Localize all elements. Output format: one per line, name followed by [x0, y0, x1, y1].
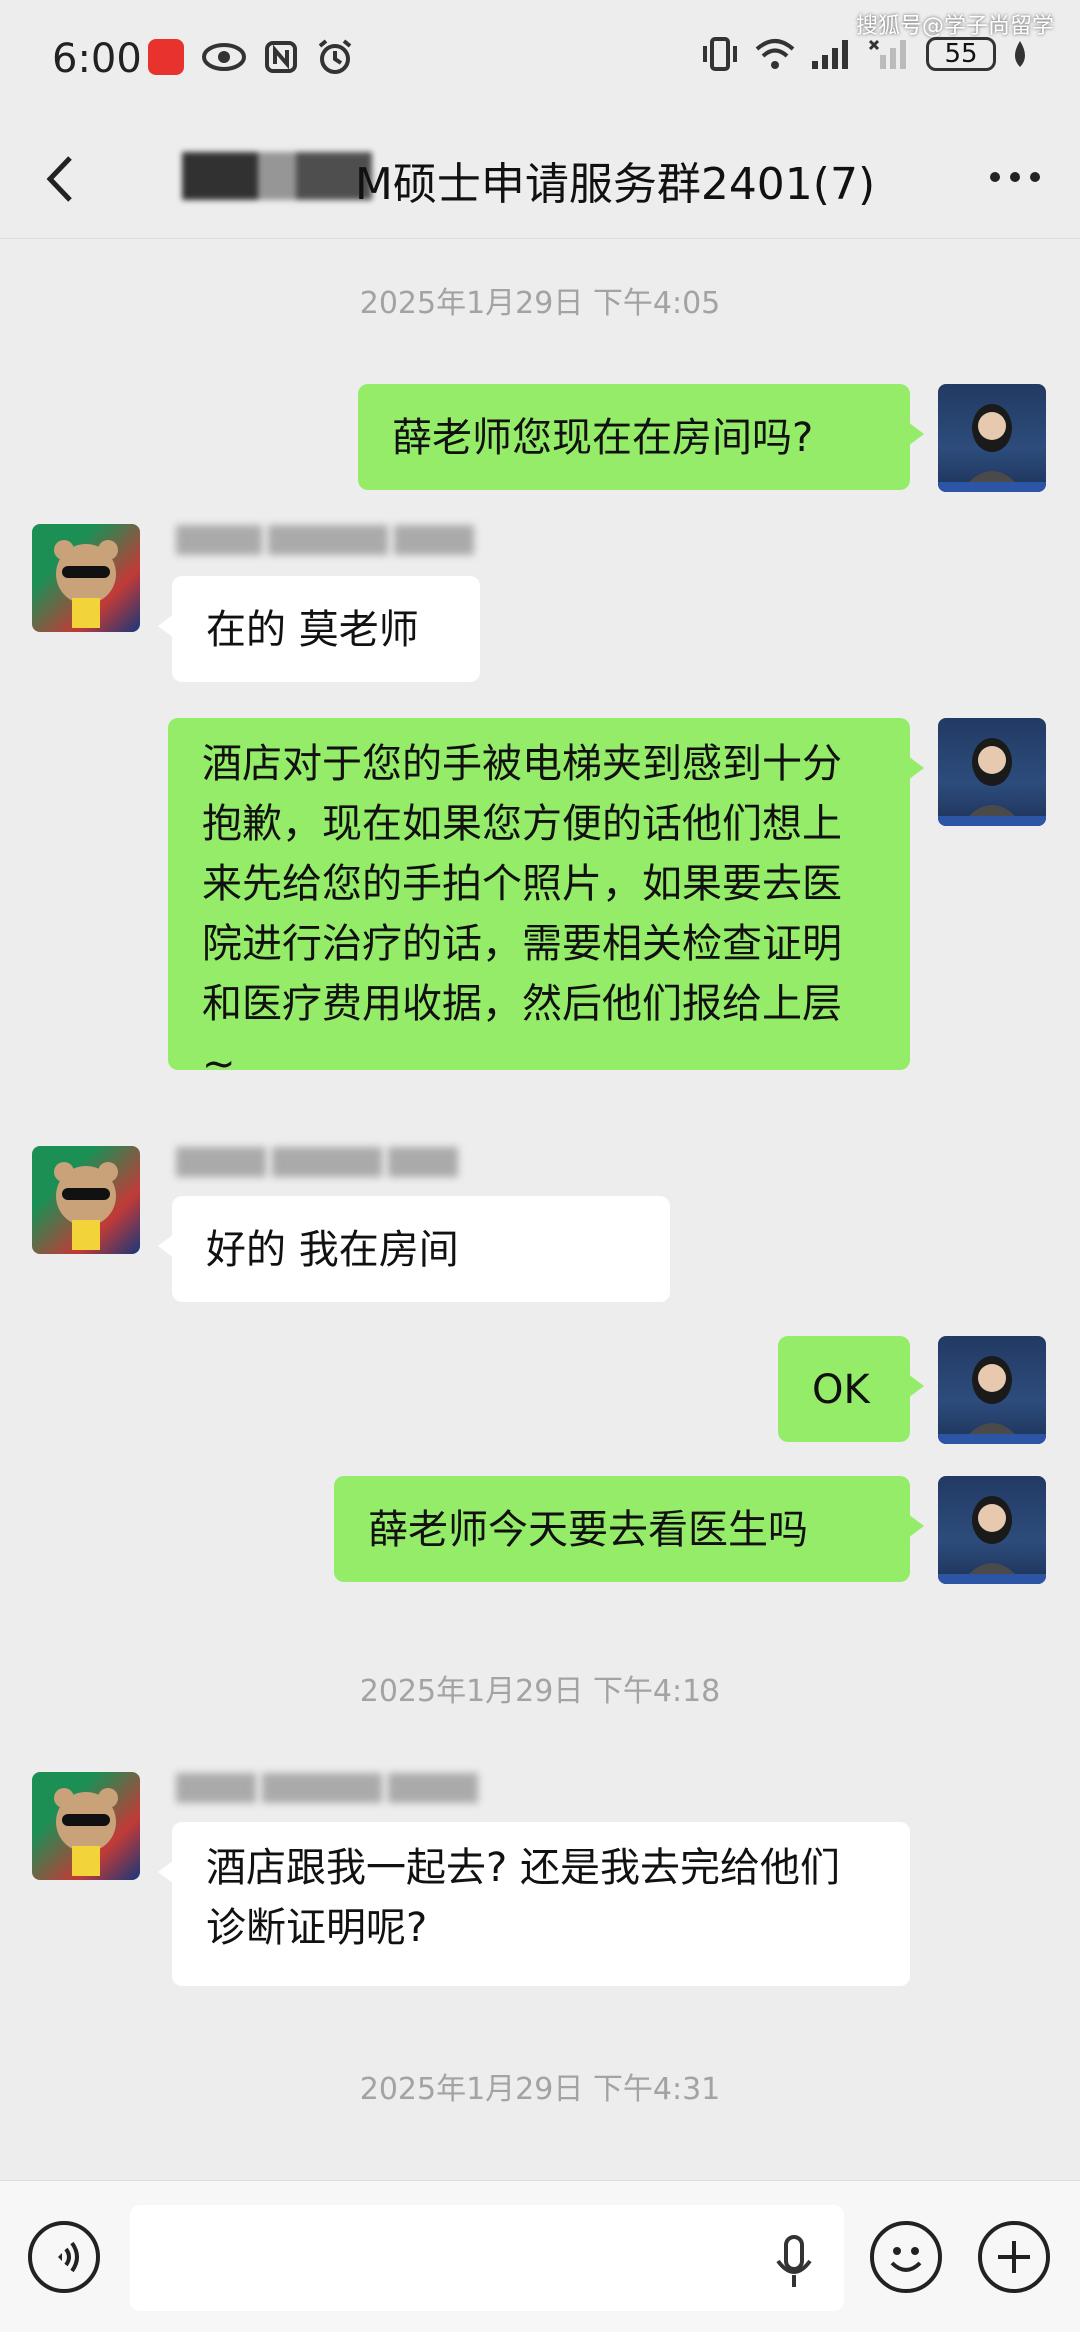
battery-indicator: 55: [926, 37, 996, 71]
person-avatar-icon: [938, 404, 1046, 492]
microphone-icon[interactable]: [772, 2235, 816, 2291]
alarm-icon: [318, 39, 352, 74]
nfc-icon: [265, 41, 297, 73]
avatar[interactable]: [938, 1476, 1046, 1584]
more-horizontal-icon[interactable]: [988, 170, 1042, 184]
leaf-icon: [1015, 41, 1025, 67]
avatar[interactable]: [938, 384, 1046, 492]
message-bubble-incoming[interactable]: 好的 我在房间: [158, 1196, 670, 1302]
chat-title: M硕士申请服务群2401(7): [354, 159, 876, 210]
person-avatar-icon: [938, 1496, 1046, 1584]
plus-icon[interactable]: [978, 2221, 1050, 2293]
voice-mode-icon[interactable]: [28, 2221, 100, 2293]
person-avatar-icon: [938, 738, 1046, 826]
message-bubble-outgoing[interactable]: 酒店对于您的手被电梯夹到感到十分抱歉，现在如果您方便的话他们想上来先给您的手拍个…: [168, 718, 924, 1087]
bear-avatar-icon: [54, 540, 118, 628]
sender-name-redacted: [176, 1770, 484, 1810]
bear-avatar-icon: [54, 1162, 118, 1250]
status-time: 6:00: [52, 36, 142, 82]
timestamp: 2025年1月29日 下午4:31: [359, 2072, 721, 2107]
avatar[interactable]: [32, 1772, 140, 1880]
sender-name-redacted: [176, 1144, 464, 1184]
message-bubble-outgoing[interactable]: 薛老师今天要去看医生吗: [334, 1476, 924, 1582]
avatar[interactable]: [938, 718, 1046, 826]
wifi-icon: [755, 39, 795, 69]
chevron-left-icon[interactable]: [40, 154, 80, 204]
bear-avatar-icon: [54, 1788, 118, 1876]
signal-icon: [812, 40, 848, 69]
voice-waves-glyph: [58, 2241, 79, 2273]
app-badge-icon: [148, 39, 184, 75]
message-bubble-outgoing[interactable]: OK: [778, 1336, 924, 1442]
timestamp: 2025年1月29日 下午4:18: [359, 1674, 721, 1709]
sender-name-redacted: [176, 522, 480, 562]
signal-off-icon: [868, 39, 906, 69]
avatar[interactable]: [32, 524, 140, 632]
status-left-icons: [148, 38, 354, 76]
avatar[interactable]: [32, 1146, 140, 1254]
emoji-icon[interactable]: [870, 2221, 942, 2293]
message-list[interactable]: 2025年1月29日 下午4:05 薛老师您现在在房间吗? 在的 莫老师 酒店对…: [0, 240, 1080, 2180]
message-bubble-incoming[interactable]: 在的 莫老师: [158, 576, 480, 682]
timestamp: 2025年1月29日 下午4:05: [359, 286, 721, 321]
message-input-bar: [0, 2180, 1080, 2332]
smile-glyph: [890, 2247, 922, 2272]
eye-icon: [202, 43, 246, 71]
person-avatar-icon: [938, 1356, 1046, 1444]
avatar[interactable]: [938, 1336, 1046, 1444]
status-bar: 6:00 搜狐号@学子尚留学 55: [0, 0, 1080, 120]
message-bubble-incoming[interactable]: 酒店跟我一起去? 还是我去完给他们诊断证明呢?: [158, 1822, 910, 1986]
message-bubble-outgoing[interactable]: 薛老师您现在在房间吗?: [358, 384, 924, 490]
vibrate-icon: [703, 37, 737, 71]
status-right-icons: 55: [700, 36, 1030, 72]
message-input[interactable]: [130, 2205, 844, 2311]
plus-glyph: [998, 2241, 1030, 2273]
chat-header: M硕士申请服务群2401(7): [0, 120, 1080, 239]
